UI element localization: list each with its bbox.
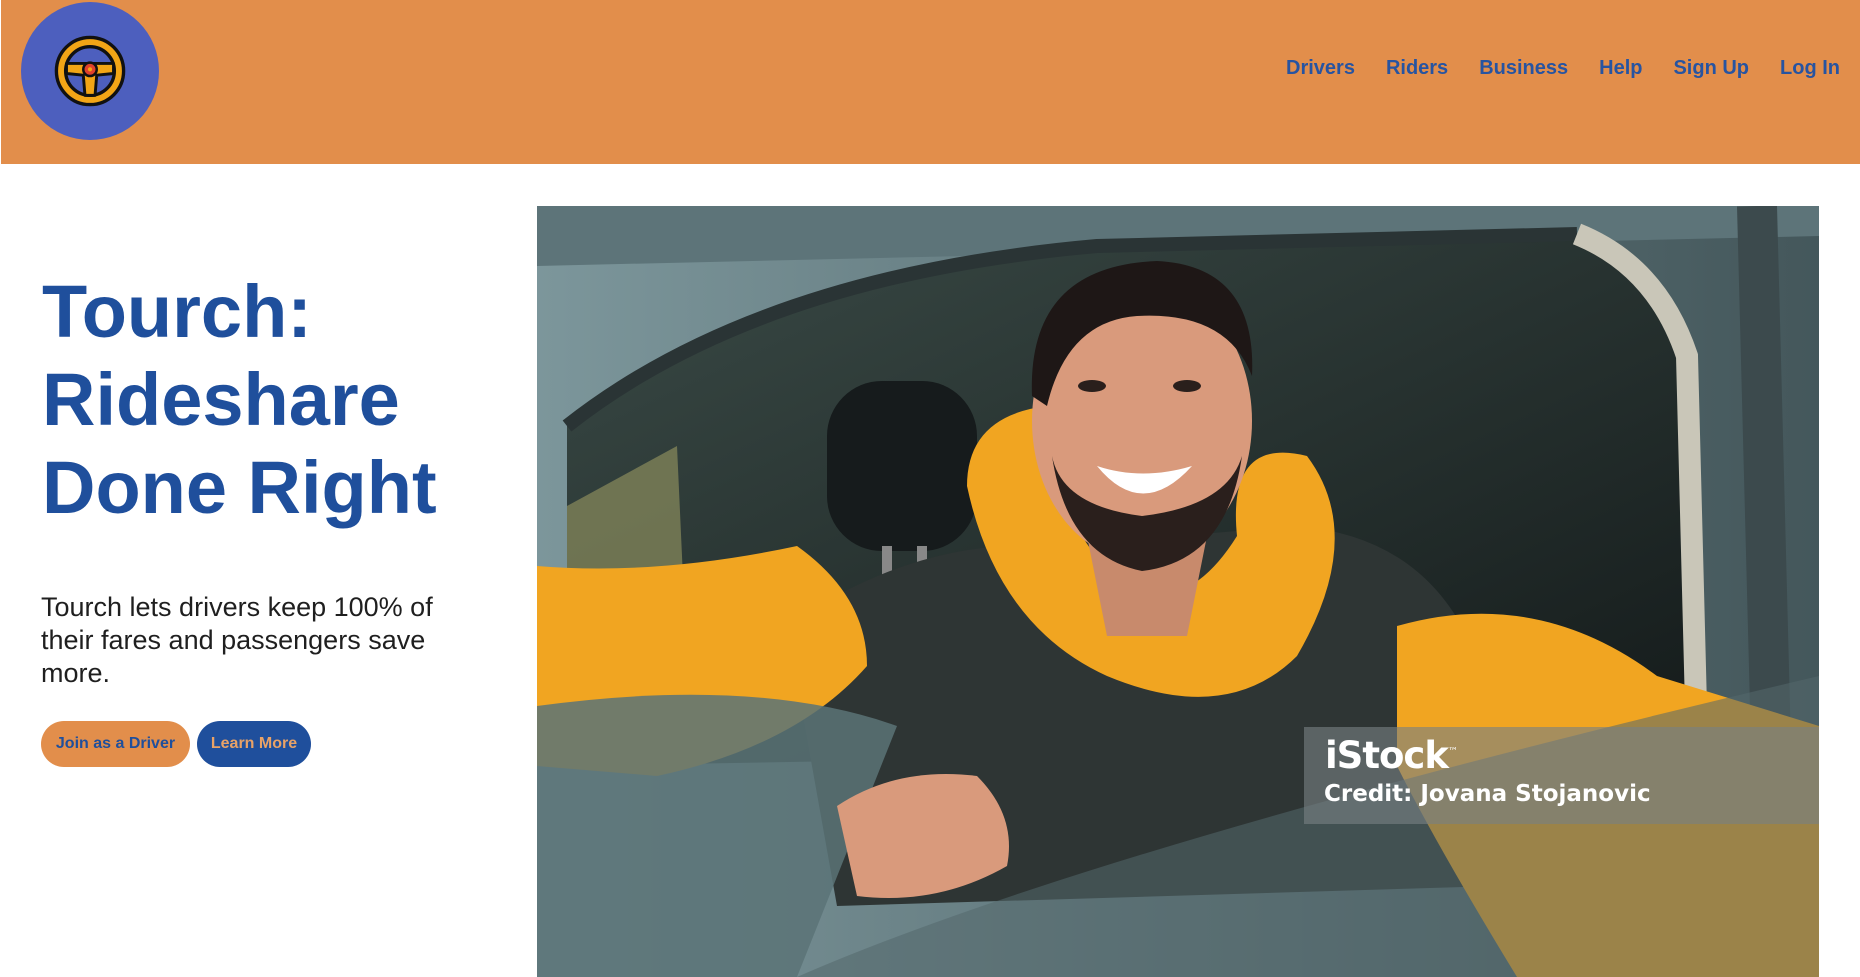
- nav-link-log-in[interactable]: Log In: [1780, 58, 1840, 78]
- nav-link-sign-up[interactable]: Sign Up: [1673, 58, 1749, 78]
- istock-logo: iStock™: [1325, 734, 1458, 777]
- logo[interactable]: [21, 2, 159, 140]
- photo-credit: Credit: Jovana Stojanovic: [1324, 781, 1651, 807]
- nav-link-business[interactable]: Business: [1479, 58, 1568, 78]
- steering-wheel-icon: [54, 35, 126, 107]
- hero-subtitle: Tourch lets drivers keep 100% of their f…: [41, 592, 433, 688]
- hero-title: Tourch: Rideshare Done Right: [42, 268, 502, 532]
- nav-link-riders[interactable]: Riders: [1386, 58, 1448, 78]
- learn-more-button[interactable]: Learn More: [197, 721, 311, 767]
- istock-trademark: ™: [1447, 746, 1458, 758]
- nav-link-drivers[interactable]: Drivers: [1286, 58, 1355, 78]
- main-nav: Drivers Riders Business Help Sign Up Log…: [1286, 58, 1840, 78]
- photo-watermark: iStock™ Credit: Jovana Stojanovic: [1304, 727, 1819, 824]
- hero-title-line: Rideshare: [42, 358, 400, 441]
- nav-link-help[interactable]: Help: [1599, 58, 1642, 78]
- hero-title-line: Done Right: [42, 446, 437, 529]
- driver-in-car-illustration: [537, 206, 1819, 977]
- hero-photo: iStock™ Credit: Jovana Stojanovic: [537, 206, 1819, 977]
- site-header: Drivers Riders Business Help Sign Up Log…: [1, 0, 1860, 164]
- istock-brand: iStock: [1325, 734, 1449, 777]
- hero-title-line: Tourch:: [42, 270, 312, 353]
- join-as-driver-button[interactable]: Join as a Driver: [41, 721, 190, 767]
